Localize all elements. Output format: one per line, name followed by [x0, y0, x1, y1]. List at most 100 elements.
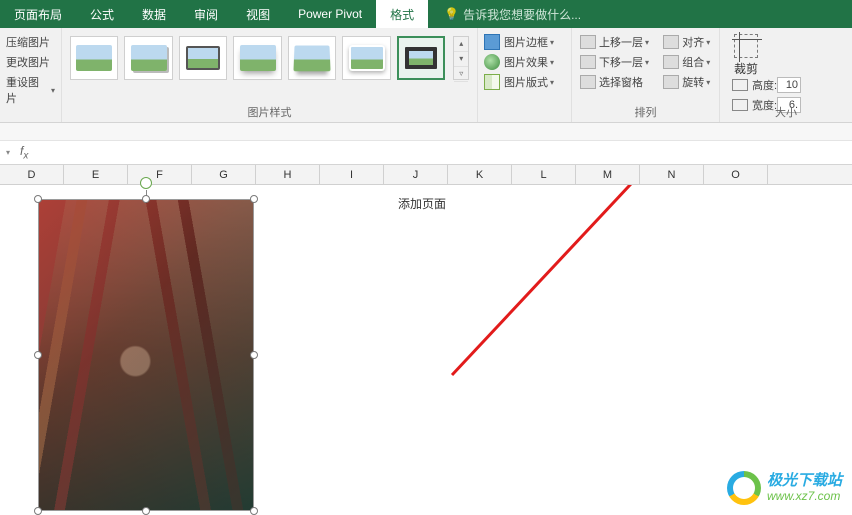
- tab-page-layout[interactable]: 页面布局: [0, 0, 76, 28]
- ribbon-tabs: 页面布局 公式 数据 审阅 视图 Power Pivot 格式 💡 告诉我您想要…: [0, 0, 852, 28]
- tell-me-search[interactable]: 💡 告诉我您想要做什么...: [428, 0, 581, 28]
- watermark-url: www.xz7.com: [767, 490, 842, 503]
- group-label-arrange: 排列: [572, 104, 719, 120]
- picture-style-1[interactable]: [70, 36, 118, 80]
- watermark: 极光下载站 www.xz7.com: [727, 471, 842, 505]
- col-H[interactable]: H: [256, 165, 320, 184]
- border-icon: [484, 34, 500, 50]
- layout-icon: [484, 74, 500, 90]
- resize-handle-t[interactable]: [142, 195, 150, 203]
- picture-style-4[interactable]: [233, 36, 281, 80]
- group-label-styles: 图片样式: [62, 104, 477, 120]
- chevron-down-icon: ▾: [645, 58, 649, 67]
- column-headers: D E F G H I J K L M N O: [0, 165, 852, 185]
- chevron-down-icon: ▾: [706, 58, 710, 67]
- col-E[interactable]: E: [64, 165, 128, 184]
- group-label-size: 大小: [720, 104, 852, 120]
- bring-forward-icon: [580, 35, 596, 49]
- scroll-down-icon[interactable]: ▾: [454, 52, 468, 67]
- group-adjust: 压缩图片 更改图片 重设图片▾: [0, 28, 62, 122]
- resize-handle-tr[interactable]: [250, 195, 258, 203]
- chevron-down-icon: ▾: [550, 78, 554, 87]
- chevron-down-icon: ▾: [550, 58, 554, 67]
- picture-style-5[interactable]: [288, 36, 336, 80]
- group-button[interactable]: 组合▾: [661, 52, 713, 72]
- resize-handle-r[interactable]: [250, 351, 258, 359]
- group-arrange: 上移一层▾ 下移一层▾ 选择窗格 对齐▾ 组合▾ 旋转▾ 排列: [572, 28, 720, 122]
- change-picture-button[interactable]: 更改图片: [6, 52, 55, 72]
- rotate-handle[interactable]: [140, 177, 152, 189]
- picture-style-6[interactable]: [342, 36, 390, 80]
- col-O[interactable]: O: [704, 165, 768, 184]
- rotate-button[interactable]: 旋转▾: [661, 72, 713, 92]
- align-icon: [663, 35, 679, 49]
- picture-styles-more[interactable]: ▴ ▾ ▿: [453, 36, 469, 80]
- tab-formulas[interactable]: 公式: [76, 0, 128, 28]
- resize-handle-bl[interactable]: [34, 507, 42, 515]
- align-button[interactable]: 对齐▾: [661, 32, 713, 52]
- watermark-logo-icon: [727, 471, 761, 505]
- tab-view[interactable]: 视图: [232, 0, 284, 28]
- group-picture-format: 图片边框▾ 图片效果▾ 图片版式▾: [478, 28, 572, 122]
- height-label: 高度:: [752, 77, 777, 93]
- col-N[interactable]: N: [640, 165, 704, 184]
- tab-data[interactable]: 数据: [128, 0, 180, 28]
- chevron-down-icon: ▾: [645, 38, 649, 47]
- cell-text: 添加页面: [398, 195, 446, 212]
- col-G[interactable]: G: [192, 165, 256, 184]
- quick-access-area: [0, 123, 852, 141]
- ribbon: 压缩图片 更改图片 重设图片▾ ▴ ▾ ▿ 图片样式 图片边框▾ 图片效果▾ 图…: [0, 28, 852, 123]
- chevron-down-icon: ▾: [550, 38, 554, 47]
- height-input[interactable]: 10: [777, 77, 801, 93]
- picture-style-3[interactable]: [179, 36, 227, 80]
- selection-pane-icon: [580, 75, 596, 89]
- resize-handle-br[interactable]: [250, 507, 258, 515]
- col-J[interactable]: J: [384, 165, 448, 184]
- picture-styles-gallery: ▴ ▾ ▿: [68, 32, 471, 84]
- col-D[interactable]: D: [0, 165, 64, 184]
- formula-bar: ▾ fx: [0, 141, 852, 165]
- fx-button[interactable]: fx: [20, 144, 28, 161]
- resize-handle-tl[interactable]: [34, 195, 42, 203]
- picture-style-7[interactable]: [397, 36, 446, 80]
- chevron-down-icon: ▾: [51, 86, 55, 95]
- picture-layout-button[interactable]: 图片版式▾: [484, 72, 565, 92]
- col-M[interactable]: M: [576, 165, 640, 184]
- expand-gallery-icon[interactable]: ▿: [454, 67, 468, 82]
- tab-review[interactable]: 审阅: [180, 0, 232, 28]
- inserted-picture[interactable]: [38, 199, 254, 511]
- reset-picture-button[interactable]: 重设图片▾: [6, 72, 55, 108]
- col-F[interactable]: F: [128, 165, 192, 184]
- rotate-icon: [663, 75, 679, 89]
- tab-format[interactable]: 格式: [376, 0, 428, 28]
- scroll-up-icon[interactable]: ▴: [454, 37, 468, 52]
- send-backward-button[interactable]: 下移一层▾: [578, 52, 661, 72]
- bring-forward-button[interactable]: 上移一层▾: [578, 32, 661, 52]
- resize-handle-b[interactable]: [142, 507, 150, 515]
- watermark-title: 极光下载站: [767, 473, 842, 490]
- tell-me-placeholder: 告诉我您想要做什么...: [463, 6, 581, 23]
- picture-style-2[interactable]: [124, 36, 172, 80]
- worksheet-area[interactable]: 添加页面 极光下载站 www.xz7.com: [0, 185, 852, 511]
- picture-content: [38, 199, 254, 511]
- col-K[interactable]: K: [448, 165, 512, 184]
- send-backward-icon: [580, 55, 596, 69]
- col-L[interactable]: L: [512, 165, 576, 184]
- picture-effects-button[interactable]: 图片效果▾: [484, 52, 565, 72]
- chevron-down-icon: ▾: [706, 78, 710, 87]
- effects-icon: [484, 54, 500, 70]
- compress-pictures-button[interactable]: 压缩图片: [6, 32, 55, 52]
- crop-button[interactable]: 裁剪: [726, 34, 766, 77]
- resize-handle-l[interactable]: [34, 351, 42, 359]
- group-picture-styles: ▴ ▾ ▿ 图片样式: [62, 28, 478, 122]
- group-icon: [663, 55, 679, 69]
- col-I[interactable]: I: [320, 165, 384, 184]
- selection-pane-button[interactable]: 选择窗格: [578, 72, 661, 92]
- bulb-icon: 💡: [444, 7, 459, 21]
- height-field-row: 高度: 10: [732, 77, 846, 93]
- height-icon: [732, 79, 748, 91]
- picture-border-button[interactable]: 图片边框▾: [484, 32, 565, 52]
- name-box-dropdown[interactable]: ▾: [6, 148, 10, 157]
- tab-powerpivot[interactable]: Power Pivot: [284, 0, 376, 28]
- group-size: 裁剪 高度: 10 宽度: 6. 大小: [720, 28, 852, 122]
